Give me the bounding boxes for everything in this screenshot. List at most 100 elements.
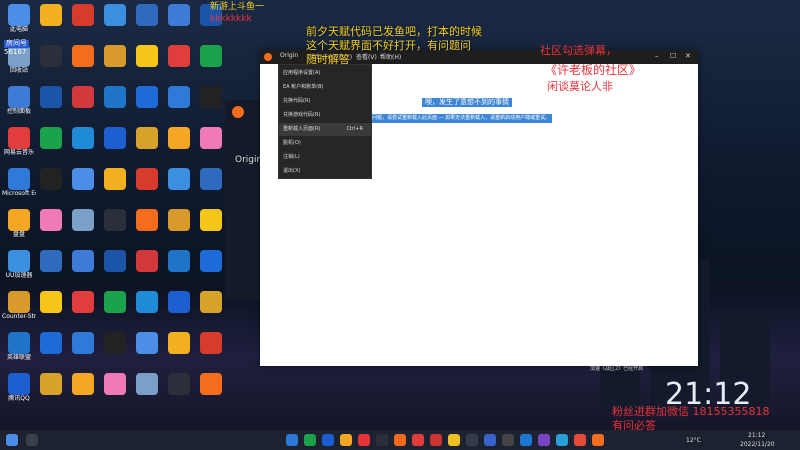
qq-icon[interactable] [322, 434, 334, 446]
desktop-shortcut[interactable] [196, 291, 226, 331]
desktop-shortcut[interactable] [196, 373, 226, 413]
desktop-shortcut[interactable] [100, 209, 130, 249]
maximize-button[interactable]: ☐ [670, 52, 676, 60]
desktop-shortcut[interactable] [100, 373, 130, 413]
desktop-shortcut[interactable] [164, 4, 194, 44]
app-icon[interactable] [592, 434, 604, 446]
desktop-shortcut[interactable] [100, 45, 130, 85]
desktop-shortcut[interactable] [68, 4, 98, 44]
desktop-shortcut[interactable] [68, 45, 98, 85]
desktop-shortcut[interactable] [132, 250, 162, 290]
desktop-shortcut[interactable] [68, 127, 98, 167]
desktop-shortcut[interactable]: Microsoft Edge [2, 168, 36, 208]
desktop-shortcut[interactable] [68, 250, 98, 290]
desktop-shortcut[interactable] [36, 86, 66, 126]
desktop-shortcut[interactable] [36, 4, 66, 44]
steam-icon[interactable] [376, 434, 388, 446]
app-icon[interactable] [484, 434, 496, 446]
desktop-shortcut[interactable] [36, 250, 66, 290]
desktop-shortcut[interactable] [196, 127, 226, 167]
desktop-shortcut[interactable]: 此电脑 [4, 4, 34, 44]
desktop-shortcut[interactable] [164, 291, 194, 331]
desktop-shortcut[interactable] [100, 291, 130, 331]
menu-view[interactable]: 查看(V) [356, 52, 377, 61]
desktop-shortcut[interactable] [68, 86, 98, 126]
desktop-shortcut[interactable] [132, 332, 162, 372]
menu-origin[interactable]: Origin [280, 52, 298, 59]
edge-icon[interactable] [286, 434, 298, 446]
start-button-icon[interactable] [6, 434, 18, 446]
desktop-shortcut[interactable] [36, 209, 66, 249]
desktop-shortcut[interactable] [36, 168, 66, 208]
desktop-shortcut[interactable] [132, 127, 162, 167]
origin-taskbar-icon[interactable] [394, 434, 406, 446]
desktop-shortcut[interactable] [132, 86, 162, 126]
desktop-shortcut[interactable] [196, 250, 226, 290]
desktop-shortcut[interactable] [196, 332, 226, 372]
desktop-shortcut[interactable] [164, 45, 194, 85]
menu-item-ea-account[interactable]: EA 帐户和账单(B) [279, 81, 371, 94]
desktop-shortcut[interactable]: UU加速器 [4, 250, 34, 290]
desktop-shortcut[interactable] [68, 332, 98, 372]
app-icon[interactable] [556, 434, 568, 446]
desktop-shortcut[interactable] [196, 209, 226, 249]
menu-item-redeem-code[interactable]: 兑换代码(R) [279, 95, 371, 108]
tray-date[interactable]: 2022/11/20 [740, 441, 775, 448]
desktop-shortcut[interactable] [36, 127, 66, 167]
desktop-shortcut[interactable] [164, 373, 194, 413]
desktop-shortcut[interactable] [164, 86, 194, 126]
desktop-shortcut[interactable] [100, 86, 130, 126]
desktop-shortcut[interactable] [68, 168, 98, 208]
weather-temp[interactable]: 12°C [686, 437, 701, 444]
desktop-shortcut[interactable] [100, 127, 130, 167]
minimize-button[interactable]: – [655, 52, 659, 60]
close-button[interactable]: ✕ [685, 52, 691, 60]
desktop-shortcut[interactable]: 网易云音乐 [4, 127, 34, 167]
app-icon[interactable] [538, 434, 550, 446]
desktop-shortcut[interactable] [132, 168, 162, 208]
desktop-shortcut[interactable]: 盘盘 [4, 209, 34, 249]
desktop-shortcut[interactable] [68, 373, 98, 413]
desktop-shortcut[interactable] [100, 332, 130, 372]
netease-music-icon[interactable] [358, 434, 370, 446]
search-icon[interactable] [26, 434, 38, 446]
desktop-shortcut[interactable]: 英雄联盟 [4, 332, 34, 372]
tray-time[interactable]: 21:12 [748, 432, 765, 439]
desktop-shortcut[interactable] [36, 45, 66, 85]
menu-item-redeem-game[interactable]: 兑换游戏代码(R) [279, 109, 371, 122]
app-icon[interactable] [502, 434, 514, 446]
desktop-shortcut[interactable] [68, 209, 98, 249]
app-icon[interactable] [574, 434, 586, 446]
desktop-shortcut[interactable] [196, 45, 226, 85]
desktop-shortcut[interactable] [164, 209, 194, 249]
app-icon[interactable] [520, 434, 532, 446]
desktop-shortcut[interactable] [196, 86, 226, 126]
desktop-shortcut[interactable] [164, 168, 194, 208]
desktop-shortcut[interactable] [36, 373, 66, 413]
desktop-shortcut[interactable]: 控制面板 [4, 86, 34, 126]
desktop-shortcut[interactable] [196, 168, 226, 208]
menu-item-exit[interactable]: 退出(X) [279, 165, 371, 178]
app-icon[interactable] [430, 434, 442, 446]
menu-item-offline[interactable]: 脱机(O) [279, 137, 371, 150]
app-icon[interactable] [448, 434, 460, 446]
desktop-shortcut[interactable]: 腾讯QQ [4, 373, 34, 413]
desktop-shortcut[interactable] [164, 250, 194, 290]
desktop-shortcut[interactable] [164, 127, 194, 167]
desktop-shortcut[interactable] [36, 291, 66, 331]
desktop-shortcut[interactable] [132, 209, 162, 249]
menu-item-logout[interactable]: 注销(L) [279, 151, 371, 164]
desktop-shortcut[interactable] [132, 45, 162, 85]
desktop-shortcut[interactable] [132, 4, 162, 44]
desktop-shortcut[interactable] [100, 168, 130, 208]
desktop-shortcut[interactable] [132, 291, 162, 331]
wechat-icon[interactable] [304, 434, 316, 446]
app-icon[interactable] [412, 434, 424, 446]
desktop-shortcut[interactable] [100, 250, 130, 290]
desktop-shortcut[interactable] [100, 4, 130, 44]
desktop-shortcut[interactable] [164, 332, 194, 372]
desktop-shortcut[interactable] [68, 291, 98, 331]
menu-help[interactable]: 帮助(H) [380, 52, 401, 61]
menu-item-app-settings[interactable]: 应用程序设置(A) [279, 67, 371, 80]
desktop-shortcut[interactable]: Counter-Strike [2, 291, 36, 331]
